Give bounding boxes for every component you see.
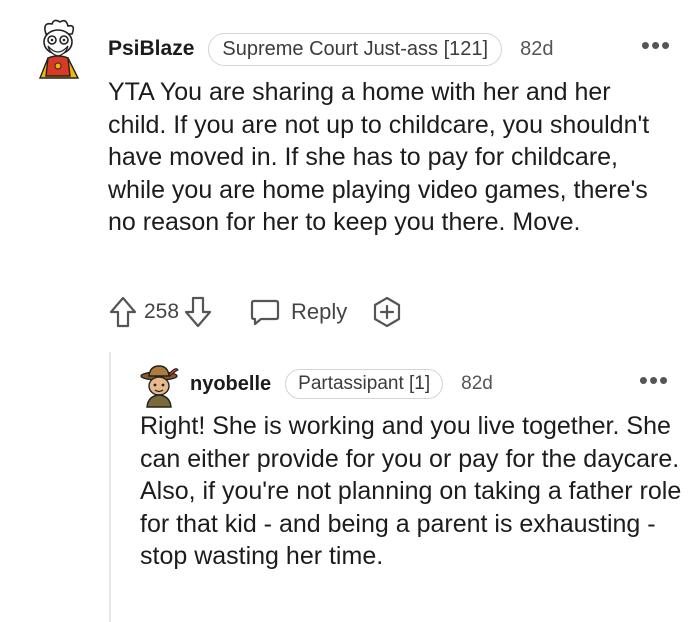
- reply-label: Reply: [291, 299, 348, 324]
- comment-actions: 258 Reply: [108, 293, 403, 331]
- reply-comment: nyobelle Partassipant [1] 82d ••• Right!…: [0, 350, 700, 622]
- comment-meta: PsiBlaze Supreme Court Just-ass [121] 82…: [108, 32, 553, 66]
- timestamp: 82d: [461, 373, 493, 394]
- downvote-icon[interactable]: [183, 295, 213, 329]
- comment-body: Right! She is working and you live toget…: [140, 412, 682, 570]
- avatar[interactable]: [138, 364, 180, 408]
- vote-score: 258: [144, 300, 180, 323]
- username[interactable]: nyobelle: [190, 373, 271, 396]
- award-icon[interactable]: [371, 296, 403, 328]
- comment-body: YTA You are sharing a home with her and …: [108, 78, 650, 236]
- reply-button[interactable]: Reply: [249, 297, 347, 327]
- user-flair: Supreme Court Just-ass [121]: [208, 32, 503, 66]
- username[interactable]: PsiBlaze: [108, 37, 194, 61]
- more-options-icon[interactable]: •••: [636, 367, 672, 400]
- timestamp: 82d: [520, 37, 554, 60]
- comment: PsiBlaze Supreme Court Just-ass [121] 82…: [0, 0, 700, 345]
- user-flair: Partassipant [1]: [285, 369, 444, 399]
- comment-meta: nyobelle Partassipant [1] 82d: [190, 368, 493, 400]
- upvote-icon[interactable]: [108, 295, 138, 329]
- chat-bubble-icon: [250, 299, 280, 326]
- more-options-icon[interactable]: •••: [638, 32, 674, 66]
- avatar[interactable]: [32, 18, 84, 80]
